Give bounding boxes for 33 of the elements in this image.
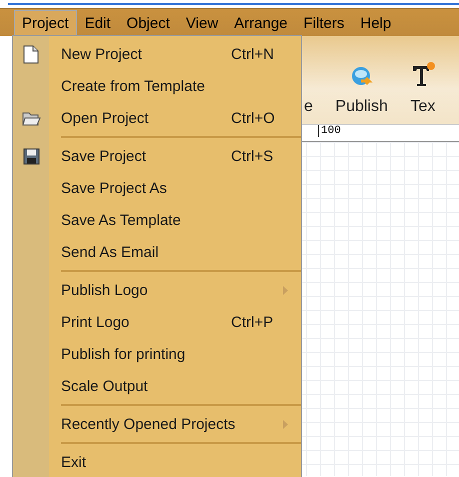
menu-item[interactable]: Save Project bbox=[61, 148, 146, 164]
submenu-arrow-icon bbox=[283, 286, 288, 294]
shortcut-label: Ctrl+O bbox=[231, 110, 275, 126]
menu-item[interactable]: Open Project bbox=[61, 110, 149, 126]
text-tool-button[interactable]: Tex bbox=[410, 62, 436, 116]
menu-bar-item[interactable]: Filters bbox=[296, 10, 352, 36]
menu-item[interactable]: Create from Template bbox=[61, 78, 205, 94]
menu-item[interactable]: Print Logo bbox=[61, 314, 130, 330]
ruler-label: 100 bbox=[318, 125, 341, 137]
menu-item[interactable]: Save As Template bbox=[61, 212, 181, 228]
toolbar-label: e bbox=[304, 98, 314, 116]
shortcut-label: Ctrl+P bbox=[231, 314, 274, 330]
publish-button[interactable]: Publish bbox=[335, 66, 388, 116]
menu-bar-item[interactable]: Object bbox=[118, 10, 178, 36]
menu-bar-item[interactable]: Project bbox=[14, 10, 77, 36]
menu-bar-item[interactable]: Edit bbox=[76, 10, 119, 36]
shortcut-label: Ctrl+N bbox=[231, 46, 274, 62]
menu-item[interactable]: Scale Output bbox=[61, 378, 148, 394]
menu-bar-item[interactable]: Arrange bbox=[226, 10, 296, 36]
folder-icon bbox=[22, 110, 40, 126]
menu-bar-item[interactable]: Help bbox=[352, 10, 400, 36]
menu-item[interactable]: Send As Email bbox=[61, 244, 159, 260]
menu-bar-item[interactable]: View bbox=[178, 10, 226, 36]
menu-item[interactable]: Publish Logo bbox=[61, 282, 148, 298]
menu-item[interactable]: Save Project As bbox=[61, 180, 167, 196]
globe-icon bbox=[350, 66, 373, 88]
menu-item[interactable]: Recently Opened Projects bbox=[61, 416, 236, 432]
menu-item[interactable]: Publish for printing bbox=[61, 346, 186, 362]
menu-item[interactable]: Exit bbox=[61, 454, 86, 470]
shortcut-label: Ctrl+S bbox=[231, 148, 274, 164]
submenu-arrow-icon bbox=[283, 420, 288, 428]
menu-item[interactable]: New Project bbox=[61, 46, 142, 62]
blank-page-icon bbox=[23, 44, 39, 64]
